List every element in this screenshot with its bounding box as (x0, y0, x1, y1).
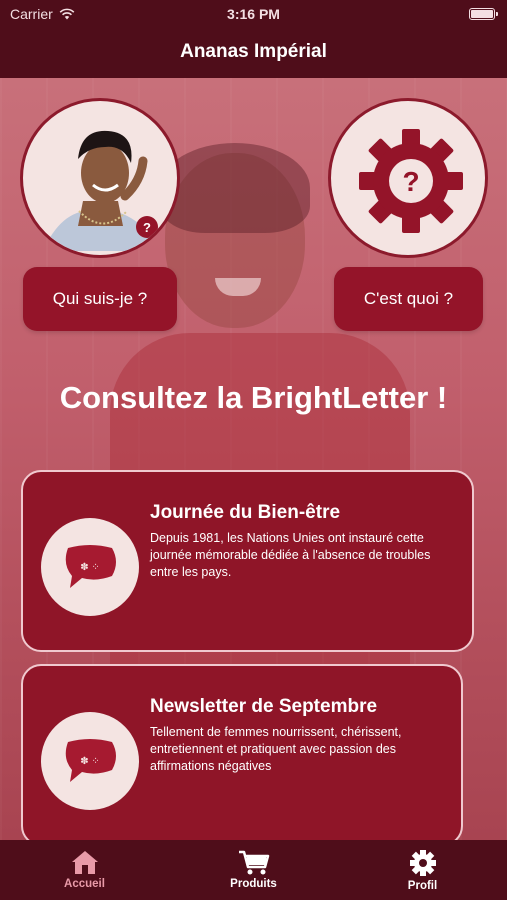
speech-bubble-icon: ✽ ⁘ (41, 712, 139, 810)
headline: Consultez la BrightLetter ! (59, 380, 448, 415)
tab-bar: Accueil Produits Profil (0, 840, 507, 900)
speech-bubble-icon: ✽ ⁘ (41, 518, 139, 616)
tab-label: Produits (230, 878, 277, 890)
card-title: Newsletter de Septembre (150, 696, 378, 717)
newsletter-card[interactable]: ✽ ⁘ Newsletter de Septembre Tellement de… (21, 664, 463, 840)
tab-label: Accueil (64, 878, 105, 890)
svg-text:?: ? (402, 166, 419, 197)
battery-icon (469, 8, 498, 20)
home-icon (71, 851, 98, 874)
tab-produits[interactable]: Produits (169, 840, 338, 900)
nav-bar: Ananas Impérial (0, 28, 507, 78)
about-avatar-button[interactable]: ? (20, 98, 180, 258)
card-text: Tellement de femmes nourrissent, chériss… (150, 725, 402, 773)
tab-profil[interactable]: Profil (338, 840, 507, 900)
status-time: 3:16 PM (227, 6, 280, 22)
svg-text:✽ ⁘: ✽ ⁘ (80, 562, 100, 573)
svg-text:✽ ⁘: ✽ ⁘ (80, 756, 100, 767)
card-title: Journée du Bien-être (150, 502, 341, 523)
page-title: Ananas Impérial (180, 41, 327, 62)
gear-icon (409, 850, 436, 876)
main-content: ? ? Qui suis-je ? C'est quoi ? Consultez… (0, 78, 507, 840)
tab-accueil[interactable]: Accueil (0, 840, 169, 900)
status-bar: Carrier 3:16 PM (0, 0, 507, 28)
woman-illustration-icon: ? (43, 130, 163, 251)
about-button[interactable]: Qui suis-je ? (23, 267, 177, 331)
what-gear-button[interactable]: ? (328, 98, 488, 258)
newsletter-card[interactable]: ✽ ⁘ Journée du Bien-être Depuis 1981, le… (21, 470, 474, 652)
card-text: Depuis 1981, les Nations Unies ont insta… (150, 531, 431, 579)
tab-label: Profil (407, 880, 438, 892)
photo-hair (160, 143, 310, 233)
cart-icon (238, 850, 269, 875)
svg-text:?: ? (143, 220, 151, 235)
gear-question-icon: ? (359, 129, 463, 233)
what-button[interactable]: C'est quoi ? (334, 267, 483, 331)
